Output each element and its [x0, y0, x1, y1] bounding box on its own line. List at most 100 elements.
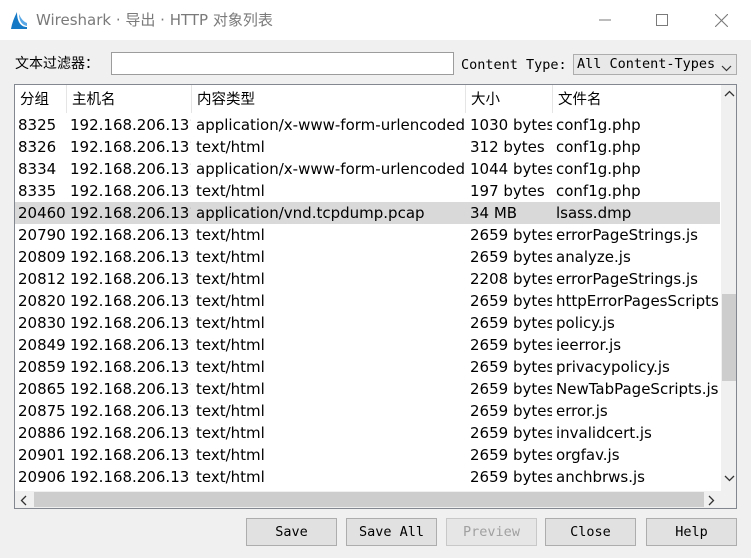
- cell-hostname: 192.168.206.131: [70, 336, 191, 354]
- text-filter-label: 文本过滤器：: [15, 56, 99, 72]
- cell-size: 2659 bytes: [470, 336, 552, 354]
- cell-hostname: 192.168.206.131: [70, 182, 191, 200]
- table-row[interactable]: 20849 192.168.206.131 text/html 2659 bytes i…: [15, 334, 720, 356]
- cell-filename: NewTabPageScripts.js: [556, 380, 719, 398]
- column-header-hostname[interactable]: 主机名: [67, 85, 191, 113]
- cell-content-type: application/vnd.tcpdump.pcap: [196, 204, 425, 222]
- cell-filename: analyze.js: [556, 248, 631, 266]
- cell-size: 2659 bytes: [470, 380, 552, 398]
- scroll-left-arrow-icon[interactable]: [20, 495, 27, 506]
- vertical-scrollbar[interactable]: [721, 85, 736, 492]
- cell-packet: 20901: [18, 446, 66, 464]
- table-row[interactable]: 20830 192.168.206.131 text/html 2659 bytes p…: [15, 312, 720, 334]
- cell-packet: 20886: [18, 424, 66, 442]
- table-row[interactable]: 20460 192.168.206.131 application/vnd.tcpd…: [15, 202, 720, 224]
- scroll-down-arrow-icon[interactable]: [724, 475, 735, 482]
- close-window-button[interactable]: [691, 0, 751, 40]
- column-header-label: 文件名: [558, 92, 602, 108]
- cell-packet: 20859: [18, 358, 66, 376]
- cell-size: 2659 bytes: [470, 402, 552, 420]
- table-row[interactable]: 8325 192.168.206.131 application/x-www-for…: [15, 114, 720, 136]
- table-row[interactable]: 20812 192.168.206.131 text/html 2208 bytes e…: [15, 268, 720, 290]
- table-row[interactable]: 20875 192.168.206.131 text/html 2659 bytes e…: [15, 400, 720, 422]
- table-row[interactable]: 8326 192.168.206.131 text/html 312 bytes con…: [15, 136, 720, 158]
- column-header-size[interactable]: 大小: [466, 85, 552, 113]
- cell-size: 312 bytes: [470, 138, 545, 156]
- cell-hostname: 192.168.206.131: [70, 226, 191, 244]
- close-button[interactable]: Close: [545, 518, 636, 546]
- cell-hostname: 192.168.206.131: [70, 358, 191, 376]
- cell-packet: 20820: [18, 292, 66, 310]
- table-row[interactable]: 8334 192.168.206.131 application/x-www-for…: [15, 158, 720, 180]
- content-type-label: Content Type:: [461, 57, 567, 73]
- horizontal-scroll-thumb[interactable]: [34, 492, 704, 507]
- cell-filename: privacypolicy.js: [556, 358, 670, 376]
- table-row[interactable]: 20820 192.168.206.131 text/html 2659 bytes h…: [15, 290, 720, 312]
- horizontal-scrollbar[interactable]: [15, 491, 721, 508]
- table-row[interactable]: 20906 192.168.206.131 text/html 2659 bytes a…: [15, 466, 720, 488]
- table-row[interactable]: 20901 192.168.206.131 text/html 2659 bytes o…: [15, 444, 720, 466]
- cell-filename: orgfav.js: [556, 446, 620, 464]
- cell-size: 2659 bytes: [470, 292, 552, 310]
- cell-size: 197 bytes: [470, 182, 545, 200]
- cell-packet: 20830: [18, 314, 66, 332]
- cell-packet: 20790: [18, 226, 66, 244]
- cell-filename: anchbrws.js: [556, 468, 645, 486]
- preview-button: Preview: [446, 518, 537, 546]
- cell-content-type: text/html: [196, 468, 265, 486]
- column-header-filename[interactable]: 文件名: [553, 85, 723, 113]
- save-button[interactable]: Save: [246, 518, 337, 546]
- maximize-button[interactable]: [632, 0, 692, 40]
- cell-filename: conf1g.php: [556, 116, 641, 134]
- cell-size: 1044 bytes: [470, 160, 552, 178]
- table-row[interactable]: 20859 192.168.206.131 text/html 2659 bytes p…: [15, 356, 720, 378]
- cell-filename: httpErrorPagesScripts: [556, 292, 719, 310]
- scroll-right-arrow-icon[interactable]: [708, 495, 715, 506]
- scroll-up-arrow-icon[interactable]: [724, 90, 735, 97]
- cell-packet: 8325: [18, 116, 57, 134]
- cell-hostname: 192.168.206.131: [70, 138, 191, 156]
- maximize-icon: [656, 14, 668, 26]
- cell-filename: errorPageStrings.js: [556, 226, 698, 244]
- table-row[interactable]: 20865 192.168.206.131 text/html 2659 bytes N…: [15, 378, 720, 400]
- help-button[interactable]: Help: [646, 518, 737, 546]
- cell-content-type: text/html: [196, 446, 265, 464]
- cell-hostname: 192.168.206.131: [70, 468, 191, 486]
- cell-packet: 20906: [18, 468, 66, 486]
- cell-filename: conf1g.php: [556, 160, 641, 178]
- content-type-select[interactable]: All Content-Types: [573, 54, 737, 75]
- table-row[interactable]: 20886 192.168.206.131 text/html 2659 bytes i…: [15, 422, 720, 444]
- cell-size: 2659 bytes: [470, 468, 552, 486]
- minimize-icon: [599, 14, 611, 26]
- cell-hostname: 192.168.206.131: [70, 292, 191, 310]
- cell-content-type: text/html: [196, 314, 265, 332]
- cell-filename: policy.js: [556, 314, 615, 332]
- cell-packet: 20849: [18, 336, 66, 354]
- column-header-label: 大小: [471, 92, 500, 108]
- cell-content-type: application/x-www-form-urlencoded: [196, 116, 464, 134]
- cell-content-type: text/html: [196, 402, 265, 420]
- cell-content-type: text/html: [196, 226, 265, 244]
- close-icon: [714, 13, 728, 27]
- cell-packet: 20875: [18, 402, 66, 420]
- cell-filename: conf1g.php: [556, 138, 641, 156]
- cell-packet: 8326: [18, 138, 57, 156]
- text-filter-input[interactable]: [111, 52, 454, 75]
- cell-hostname: 192.168.206.131: [70, 402, 191, 420]
- wireshark-fin-icon: [9, 10, 29, 30]
- cell-packet: 8334: [18, 160, 57, 178]
- cell-size: 2659 bytes: [470, 446, 552, 464]
- minimize-button[interactable]: [575, 0, 635, 40]
- sort-ascending-icon: [37, 85, 46, 104]
- save-all-button[interactable]: Save All: [346, 518, 437, 546]
- cell-size: 2659 bytes: [470, 358, 552, 376]
- cell-content-type: text/html: [196, 424, 265, 442]
- vertical-scroll-thumb[interactable]: [722, 294, 736, 381]
- table-row[interactable]: 20790 192.168.206.131 text/html 2659 bytes e…: [15, 224, 720, 246]
- table-row[interactable]: 8335 192.168.206.131 text/html 197 bytes con…: [15, 180, 720, 202]
- cell-content-type: text/html: [196, 248, 265, 266]
- cell-size: 2659 bytes: [470, 314, 552, 332]
- cell-hostname: 192.168.206.131: [70, 446, 191, 464]
- column-header-content-type[interactable]: 内容类型: [192, 85, 465, 113]
- table-row[interactable]: 20809 192.168.206.131 text/html 2659 bytes a…: [15, 246, 720, 268]
